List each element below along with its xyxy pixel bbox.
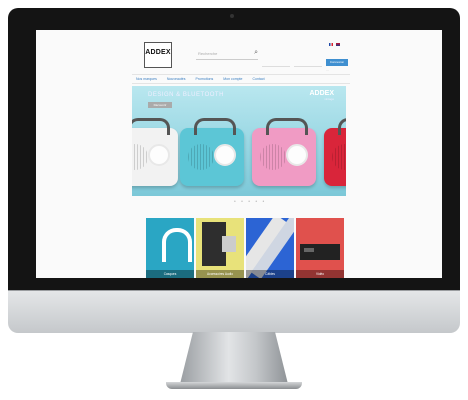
- search-placeholder: Recherche: [198, 51, 218, 56]
- red-radio-image: [324, 118, 346, 186]
- nav-item[interactable]: Mon compte: [223, 77, 242, 81]
- monitor-chin: [8, 290, 460, 333]
- camera-icon: [230, 14, 234, 18]
- nav-item[interactable]: Nouveautés: [167, 77, 186, 81]
- search-input[interactable]: Recherche ⌕: [196, 49, 258, 60]
- hero-banner[interactable]: DESIGN & BLUETOOTH Découvrir ADDEX vinta…: [132, 86, 346, 196]
- monitor-stand-base: [166, 382, 302, 389]
- monitor-stand: [180, 332, 288, 384]
- monitor-bezel: ADDEX Recherche ⌕ Connexion ··· Nos marq…: [8, 8, 460, 290]
- category-label: Câbles: [246, 270, 294, 278]
- category-label: Vidéo: [296, 270, 344, 278]
- teal-radio-image: [180, 118, 244, 186]
- hero-brand-name: ADDEX: [309, 90, 334, 97]
- pink-radio-image: [252, 118, 316, 186]
- category-tile[interactable]: Casques: [146, 218, 194, 278]
- category-tile[interactable]: Câbles: [246, 218, 294, 278]
- main-nav: Nos marques Nouveautés Promotions Mon co…: [132, 74, 350, 84]
- logo-text: ADDEX: [145, 49, 171, 56]
- site-logo[interactable]: ADDEX: [144, 42, 172, 68]
- account-link[interactable]: ···: [326, 68, 329, 72]
- category-tile[interactable]: Vidéo: [296, 218, 344, 278]
- password-field[interactable]: [294, 60, 322, 67]
- hero-brand: ADDEX vintage: [309, 90, 334, 101]
- carousel-dots[interactable]: • • • • •: [234, 199, 266, 205]
- white-radio-image: [132, 118, 178, 186]
- category-tile[interactable]: Accessoires Audio: [196, 218, 244, 278]
- website-screen: ADDEX Recherche ⌕ Connexion ··· Nos marq…: [36, 30, 442, 278]
- email-field[interactable]: [262, 60, 290, 67]
- login-button[interactable]: Connexion: [326, 59, 348, 66]
- hero-button[interactable]: Découvrir: [148, 102, 172, 108]
- flag-fr-icon[interactable]: [329, 43, 333, 47]
- hero-title: DESIGN & BLUETOOTH: [148, 92, 224, 98]
- flag-uk-icon[interactable]: [336, 43, 341, 47]
- category-label: Accessoires Audio: [196, 270, 244, 278]
- nav-item[interactable]: Promotions: [196, 77, 214, 81]
- language-flags: [329, 42, 342, 47]
- category-label: Casques: [146, 270, 194, 278]
- nav-item[interactable]: Contact: [252, 77, 264, 81]
- nav-item[interactable]: Nos marques: [136, 77, 157, 81]
- search-icon[interactable]: ⌕: [254, 49, 258, 57]
- hero-brand-sub: vintage: [324, 97, 334, 101]
